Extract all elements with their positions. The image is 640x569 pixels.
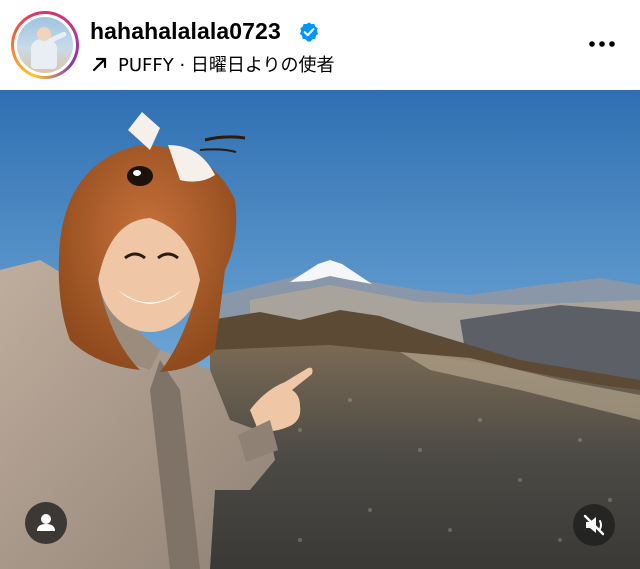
music-attribution[interactable]: PUFFY · 日曜日よりの使者 — [90, 51, 335, 77]
arrow-up-right-icon — [92, 57, 107, 72]
post-photo[interactable] — [0, 90, 640, 569]
user-tag-icon — [37, 514, 55, 531]
verified-badge-icon — [299, 22, 319, 42]
music-label: PUFFY · 日曜日よりの使者 — [118, 55, 335, 76]
story-ring[interactable] — [11, 11, 79, 79]
profile-avatar[interactable] — [17, 17, 73, 73]
post-header: hahahalalala0723 PUFFY · 日曜日よりの使者 — [0, 0, 640, 90]
more-options-icon[interactable] — [586, 34, 618, 54]
mute-toggle-button[interactable] — [573, 504, 615, 546]
username-link[interactable]: hahahalalala0723 — [90, 18, 281, 45]
mountain-selfie-image — [0, 90, 640, 569]
muted-speaker-icon — [583, 514, 605, 536]
user-tag-button[interactable] — [25, 502, 67, 544]
